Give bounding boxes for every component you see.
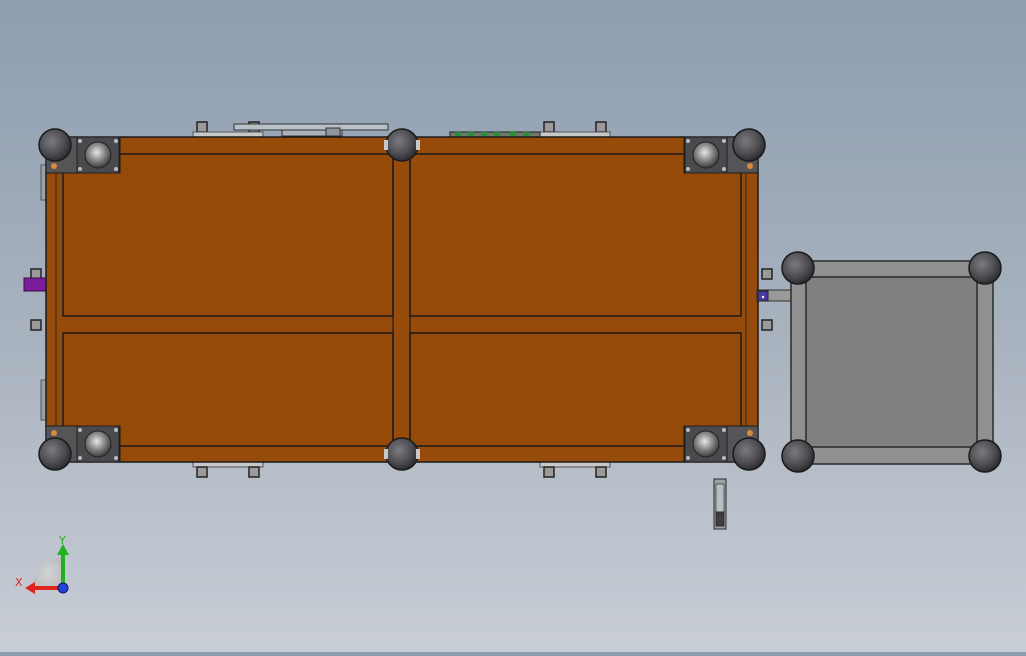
left-side-brackets — [23, 164, 47, 421]
caster-wheel — [385, 437, 419, 471]
coordinate-triad[interactable]: Y X — [15, 534, 69, 594]
connector-arm — [756, 289, 794, 302]
panel-top-right — [409, 153, 742, 317]
hanging-clamp — [713, 478, 727, 530]
y-axis-label: Y — [58, 534, 66, 547]
caster-wheel — [781, 439, 815, 473]
caster-wheel — [968, 439, 1002, 473]
panel-top-left — [62, 153, 394, 317]
caster-wheel — [38, 437, 72, 471]
purple-connector — [23, 277, 47, 292]
cad-drawing: Y X — [15, 121, 1002, 594]
caster-wheel — [732, 437, 766, 471]
caster-wheel — [385, 128, 419, 162]
caster-wheel — [38, 128, 72, 162]
z-axis-dot — [57, 582, 69, 594]
side-cart — [781, 251, 1002, 473]
caster-wheel — [968, 251, 1002, 285]
x-axis-label: X — [15, 576, 23, 589]
cad-viewport[interactable]: Y X — [0, 0, 1026, 652]
caster-wheel — [732, 128, 766, 162]
main-frame — [45, 136, 759, 463]
caster-wheel — [781, 251, 815, 285]
terminal-strip — [449, 131, 541, 138]
